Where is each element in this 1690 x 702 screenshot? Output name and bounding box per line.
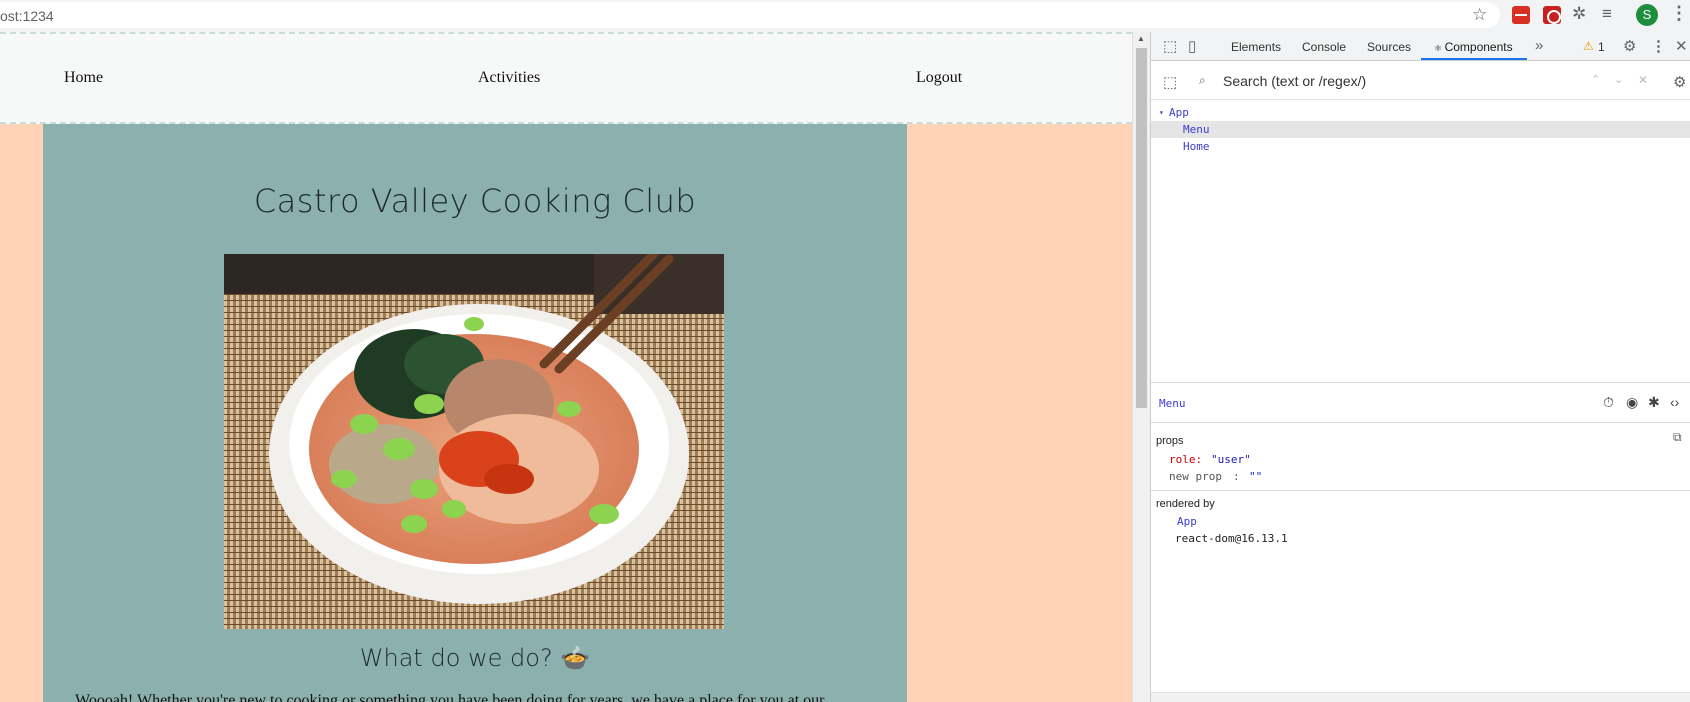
main-content: Castro Valley Cooking Club What do we do… <box>43 124 907 702</box>
nav-home-link[interactable]: Home <box>64 69 103 87</box>
search-next-icon[interactable]: ⌄ <box>1614 73 1623 86</box>
address-bar[interactable]: ost:1234 ☆ <box>0 2 1500 28</box>
nav-logout-link[interactable]: Logout <box>916 69 962 87</box>
device-toolbar-icon[interactable]: ▯ <box>1188 37 1196 55</box>
tab-sources[interactable]: Sources <box>1367 40 1411 54</box>
new-prop-value[interactable]: "" <box>1249 470 1262 483</box>
scrollbar-thumb[interactable] <box>1136 48 1147 408</box>
scroll-up-icon[interactable]: ▲ <box>1137 34 1145 43</box>
log-bug-icon[interactable]: ✱ <box>1648 394 1660 411</box>
prop-value-role[interactable]: "user" <box>1211 453 1251 466</box>
select-component-icon[interactable]: ⬚ <box>1163 73 1177 91</box>
close-devtools-icon[interactable]: ✕ <box>1675 37 1688 55</box>
new-prop-separator: : <box>1233 470 1240 483</box>
extension-icon[interactable] <box>1543 6 1561 24</box>
inspect-dom-eye-icon[interactable]: ◉ <box>1626 394 1638 411</box>
more-tabs-icon[interactable]: » <box>1535 37 1543 54</box>
poke-bowl-image <box>224 254 724 629</box>
search-icon: ⌕ <box>1199 73 1206 87</box>
search-prev-icon[interactable]: ⌃ <box>1591 73 1600 86</box>
extension-icon[interactable] <box>1512 6 1530 24</box>
components-settings-icon[interactable]: ⚙ <box>1673 73 1686 91</box>
tab-elements[interactable]: Elements <box>1231 40 1281 54</box>
props-label: props <box>1156 435 1184 447</box>
section-heading: What do we do? 🍲 <box>359 644 591 672</box>
page-viewport: Home Activities Logout Castro Valley Coo… <box>0 32 1132 702</box>
props-divider <box>1151 490 1690 491</box>
search-input[interactable]: Search (text or /regex/) <box>1223 73 1366 89</box>
tab-console[interactable]: Console <box>1302 40 1346 54</box>
bookmark-star-icon[interactable]: ☆ <box>1472 5 1487 25</box>
react-icon: ⚛ <box>1434 43 1445 53</box>
inspect-element-icon[interactable]: ⬚ <box>1163 37 1177 55</box>
suspend-timer-icon[interactable]: ⏱ <box>1603 394 1614 411</box>
hero-image <box>224 254 724 629</box>
view-source-icon[interactable]: ‹› <box>1670 394 1679 410</box>
tree-node-app[interactable]: ▾ App <box>1151 104 1690 121</box>
active-tab-indicator <box>1421 58 1527 60</box>
extensions-puzzle-icon[interactable]: ✲ <box>1572 4 1586 24</box>
selected-component-name: Menu <box>1159 397 1186 410</box>
new-prop-key[interactable]: new prop <box>1169 470 1222 483</box>
selected-component-header: Menu ⏱ ◉ ✱ ‹› <box>1151 383 1690 423</box>
devtools-panel: ⬚ ▯ Elements Console Sources ⚛ Component… <box>1150 32 1690 702</box>
site-navbar: Home Activities Logout <box>0 32 1132 124</box>
prop-key-role[interactable]: role: <box>1169 453 1202 466</box>
warning-count[interactable]: 1 <box>1598 40 1605 54</box>
tab-components[interactable]: ⚛ Components <box>1434 40 1513 54</box>
browser-toolbar: ost:1234 ☆ ✲ ≡ S ⋮ <box>0 0 1690 32</box>
profile-avatar[interactable]: S <box>1636 4 1658 26</box>
media-controls-icon[interactable]: ≡ <box>1602 4 1612 24</box>
rendered-by-react-dom: react-dom@16.13.1 <box>1175 532 1288 545</box>
tab-components-label: Components <box>1444 40 1513 54</box>
url-text[interactable]: ost:1234 <box>0 8 54 24</box>
expand-caret-icon[interactable]: ▾ <box>1159 104 1164 121</box>
devtools-horizontal-scrollbar[interactable] <box>1151 692 1690 702</box>
tree-node-menu[interactable]: Menu <box>1151 121 1690 138</box>
page-title: Castro Valley Cooking Club <box>253 182 697 220</box>
tree-node-home[interactable]: Home <box>1151 138 1690 155</box>
tree-node-label[interactable]: Menu <box>1183 121 1210 138</box>
settings-gear-icon[interactable]: ⚙ <box>1623 37 1636 55</box>
devtools-tabbar: ⬚ ▯ Elements Console Sources ⚛ Component… <box>1151 32 1690 61</box>
browser-menu-icon[interactable]: ⋮ <box>1670 3 1688 24</box>
tree-node-label[interactable]: Home <box>1183 138 1210 155</box>
devtools-menu-icon[interactable]: ⋮ <box>1651 37 1666 55</box>
warning-icon[interactable]: ⚠ <box>1583 39 1594 53</box>
clear-search-icon[interactable]: ✕ <box>1638 73 1648 87</box>
component-tree: ▾ App Menu Home <box>1151 102 1690 382</box>
intro-paragraph: Woooah! Whether you're new to cooking or… <box>75 692 836 702</box>
component-search-bar: ⬚ ⌕ Search (text or /regex/) ⌃ ⌄ ✕ ⚙ <box>1151 62 1690 100</box>
page-scrollbar[interactable]: ▲ <box>1132 32 1150 702</box>
nav-activities-link[interactable]: Activities <box>478 69 540 87</box>
rendered-by-app[interactable]: App <box>1177 515 1197 528</box>
copy-props-icon[interactable]: ⧉ <box>1673 430 1682 445</box>
rendered-by-label: rendered by <box>1156 498 1215 510</box>
tree-node-label[interactable]: App <box>1169 104 1189 121</box>
